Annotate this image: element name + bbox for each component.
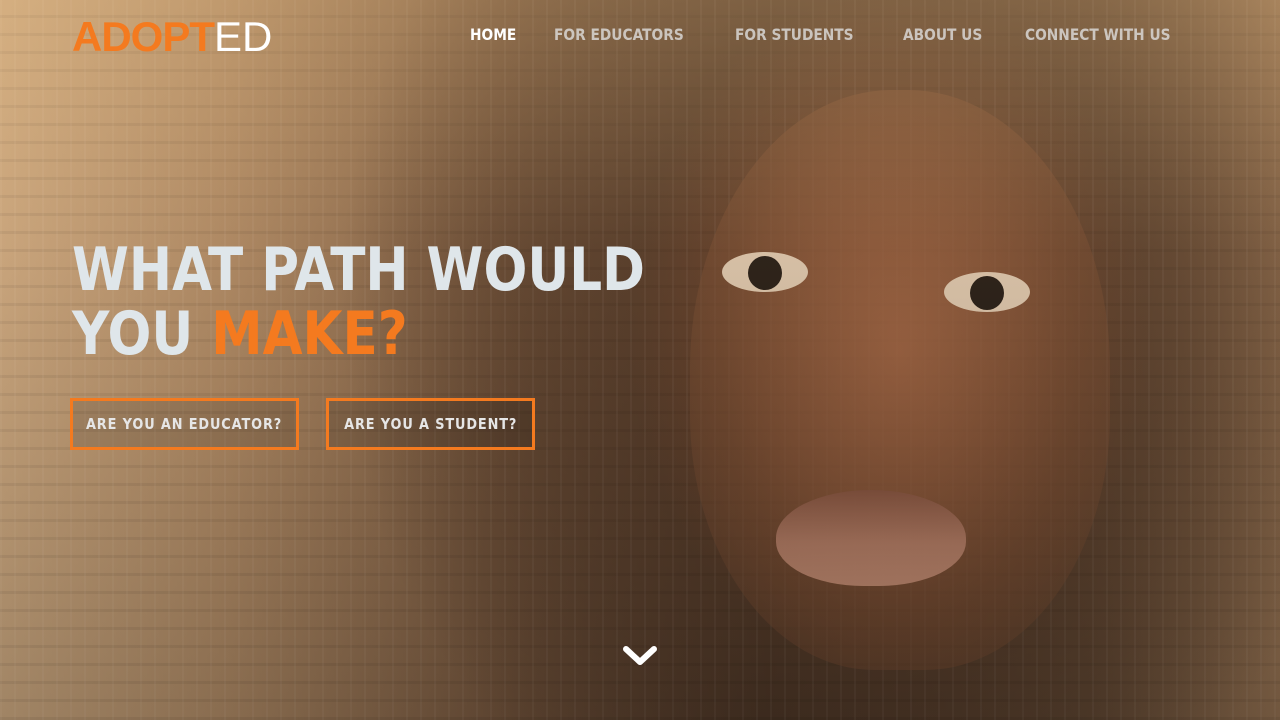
- hero-headline: WHAT PATH WOULD YOU MAKE?: [72, 238, 645, 366]
- site-logo[interactable]: ADOPT ED: [72, 14, 272, 60]
- scroll-down-button[interactable]: [620, 640, 660, 672]
- nav-connect-with-us[interactable]: CONNECT WITH US: [1025, 24, 1171, 46]
- nav-for-educators[interactable]: FOR EDUCATORS: [554, 24, 684, 46]
- educator-cta-button[interactable]: ARE YOU AN EDUCATOR?: [70, 398, 299, 450]
- logo-adopt: ADOPT: [72, 13, 215, 60]
- nav-home[interactable]: HOME: [470, 24, 516, 46]
- headline-line1: WHAT PATH WOULD: [72, 235, 645, 305]
- logo-ed: ED: [214, 13, 273, 60]
- nav-about-us[interactable]: ABOUT US: [903, 24, 982, 46]
- headline-line2-prefix: YOU: [72, 299, 212, 369]
- student-cta-label: ARE YOU A STUDENT?: [343, 415, 518, 433]
- nav-for-students[interactable]: FOR STUDENTS: [735, 24, 854, 46]
- student-cta-button[interactable]: ARE YOU A STUDENT?: [326, 398, 535, 450]
- headline-accent: MAKE?: [211, 299, 408, 369]
- chevron-down-icon: [623, 646, 657, 665]
- educator-cta-label: ARE YOU AN EDUCATOR?: [86, 415, 283, 433]
- main-nav: HOME FOR EDUCATORS FOR STUDENTS ABOUT US…: [470, 24, 1194, 46]
